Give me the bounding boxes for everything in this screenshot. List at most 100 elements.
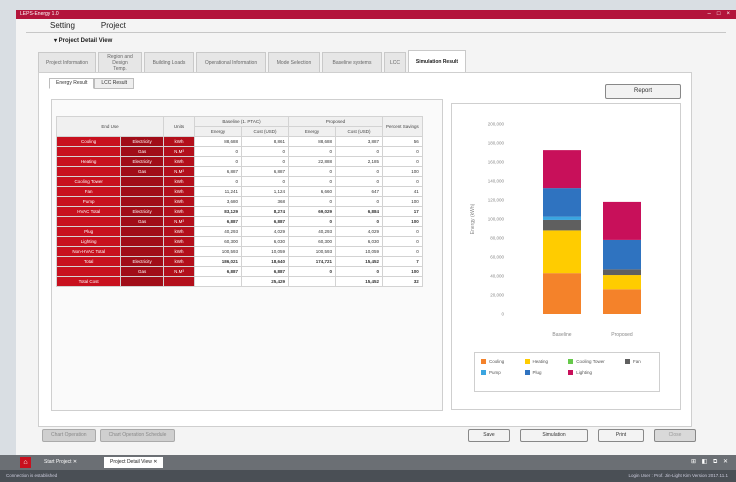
- taskbar-tab-project-detail-view[interactable]: Project Detail View ✕: [104, 457, 164, 468]
- baseline-cost-cell: 368: [241, 196, 289, 207]
- end-use-cell: Cooling Tower: [55, 176, 122, 187]
- legend-item: Fan: [624, 359, 653, 364]
- end-use-cell: Heating: [55, 156, 122, 167]
- bar-segment-fan: [603, 269, 641, 276]
- simulation-button[interactable]: Simulation: [520, 429, 588, 442]
- unit-cell: N.M³: [163, 146, 195, 157]
- tab-project-information[interactable]: Project Information: [38, 52, 96, 72]
- tab-mode-selection[interactable]: Mode Selection: [268, 52, 320, 72]
- subtab-energy-result[interactable]: Energy Result: [49, 78, 95, 89]
- end-use-cell: [55, 166, 122, 177]
- unit-cell: kWh: [163, 256, 195, 267]
- tab-region-design-temp[interactable]: Region and Design Temp.: [98, 52, 142, 72]
- y-tick-label: 140,000: [488, 179, 505, 184]
- percent-savings-cell: 0: [382, 246, 423, 257]
- tab-simulation-result[interactable]: Simulation Result: [408, 50, 466, 72]
- end-use-cell: Total: [55, 256, 122, 267]
- legend-label: Heating: [532, 359, 549, 364]
- baseline-cost-cell: 6,887: [241, 216, 289, 227]
- chart-operation-schedule-button[interactable]: Chart Operation Schedule: [99, 429, 176, 442]
- percent-savings-cell: 17: [382, 206, 423, 217]
- minimize-icon[interactable]: –: [708, 10, 711, 19]
- chart-legend: Cooling Heating Cooling Tower Fan Pump Plug Li…: [474, 352, 660, 392]
- main-tabs: Project Information Region and Design Te…: [38, 50, 466, 72]
- table-row: Gas N.M³ 0 0 0 0 0: [55, 146, 423, 157]
- baseline-cost-cell: 8,274: [241, 206, 289, 217]
- end-use-cell: Plug: [55, 226, 122, 237]
- home-icon[interactable]: ⌂: [20, 457, 31, 468]
- header-proposed: Proposed: [288, 116, 383, 127]
- legend-item: Pump: [481, 370, 517, 375]
- baseline-cost-cell: 10,059: [241, 246, 289, 257]
- app-title: LEPS-Energy 1.0: [20, 11, 59, 17]
- percent-savings-cell: 32: [382, 276, 423, 287]
- proposed-energy-cell: 88,688: [288, 136, 336, 147]
- print-button[interactable]: Print: [598, 429, 644, 442]
- unit-cell: kWh: [163, 236, 195, 247]
- header-baseline-energy: Energy: [194, 126, 242, 137]
- header-baseline-cost: Cost (USD): [241, 126, 289, 137]
- table-row: Heating Electricity kWh 0 0 22,888 2,185 0: [55, 156, 423, 167]
- save-button[interactable]: Save: [468, 429, 510, 442]
- unit-cell: [163, 276, 195, 287]
- baseline-energy-cell: 6,887: [194, 166, 242, 177]
- fuel-cell: Gas: [120, 166, 164, 177]
- report-button[interactable]: Report: [605, 84, 681, 99]
- proposed-energy-cell: 6,660: [288, 186, 336, 197]
- y-tick-label: 200,000: [488, 122, 505, 127]
- taskbar-tab-start-project[interactable]: Start Project ✕: [38, 457, 83, 468]
- proposed-energy-cell: 22,888: [288, 156, 336, 167]
- end-use-cell: [55, 216, 122, 227]
- bar-segment-heating: [543, 230, 581, 274]
- fuel-cell: Electricity: [120, 256, 164, 267]
- baseline-energy-cell: 0: [194, 146, 242, 157]
- table-row: Cooling Electricity kWh 88,688 8,861 88,688 3,…: [55, 136, 423, 147]
- tab-operational-information[interactable]: Operational Information: [196, 52, 266, 72]
- bar-segment-lighting: [543, 150, 581, 189]
- proposed-energy-cell: [288, 276, 336, 287]
- proposed-energy-cell: 69,029: [288, 206, 336, 217]
- title-bar: LEPS-Energy 1.0 – □ ×: [16, 10, 736, 19]
- tab-baseline-systems[interactable]: Baseline systems: [322, 52, 382, 72]
- end-use-cell: HVAC Total: [55, 206, 122, 217]
- tab-building-loads[interactable]: Building Loads: [144, 52, 194, 72]
- baseline-energy-cell: 60,300: [194, 236, 242, 247]
- close-icon[interactable]: ×: [726, 10, 730, 19]
- y-tick-label: 180,000: [488, 141, 505, 146]
- tab-lcc[interactable]: LCC: [384, 52, 406, 72]
- baseline-energy-cell: 3,680: [194, 196, 242, 207]
- energy-chart-box: 200,000 180,000 160,000 140,000 120,000 100,0…: [451, 103, 681, 410]
- bar-segment-fan: [543, 219, 581, 231]
- subtab-lcc-result[interactable]: LCC Result: [94, 78, 134, 89]
- unit-cell: N.M³: [163, 266, 195, 277]
- table-row: Pump kWh 3,680 368 0 0 100: [55, 196, 423, 207]
- baseline-cost-cell: 0: [241, 156, 289, 167]
- menu-bar: Setting Project: [16, 19, 736, 32]
- menu-setting[interactable]: Setting: [50, 21, 75, 30]
- percent-savings-cell: 0: [382, 146, 423, 157]
- menu-project[interactable]: Project: [101, 21, 126, 30]
- close-button[interactable]: Close: [654, 429, 696, 442]
- baseline-energy-cell: 11,241: [194, 186, 242, 197]
- maximize-icon[interactable]: □: [717, 10, 721, 19]
- bar-segment-plug: [543, 188, 581, 217]
- percent-savings-cell: 100: [382, 196, 423, 207]
- unit-cell: kWh: [163, 246, 195, 257]
- unit-cell: kWh: [163, 186, 195, 197]
- taskbar-window-icons[interactable]: ⊞ ◧ ⧉ ✕: [691, 458, 730, 466]
- baseline-cost-cell: 6,887: [241, 266, 289, 277]
- close-tab-icon[interactable]: ✕: [73, 459, 77, 465]
- proposed-cost-cell: 15,452: [335, 276, 383, 287]
- percent-savings-cell: 100: [382, 266, 423, 277]
- fuel-cell: [120, 176, 164, 187]
- simulation-result-panel: Energy Result LCC Result Report End Use …: [38, 72, 692, 427]
- baseline-energy-cell: 0: [194, 176, 242, 187]
- proposed-cost-cell: 0: [335, 146, 383, 157]
- taskbar-tab-label: Project Detail View: [110, 459, 152, 465]
- chart-operation-button[interactable]: Chart Operation: [42, 429, 96, 442]
- close-tab-icon[interactable]: ✕: [153, 459, 157, 465]
- legend-label: Plug: [532, 370, 542, 375]
- y-tick-label: 40,000: [490, 274, 504, 279]
- legend-swatch: [481, 359, 486, 364]
- section-title[interactable]: ▾ Project Detail View: [54, 37, 736, 44]
